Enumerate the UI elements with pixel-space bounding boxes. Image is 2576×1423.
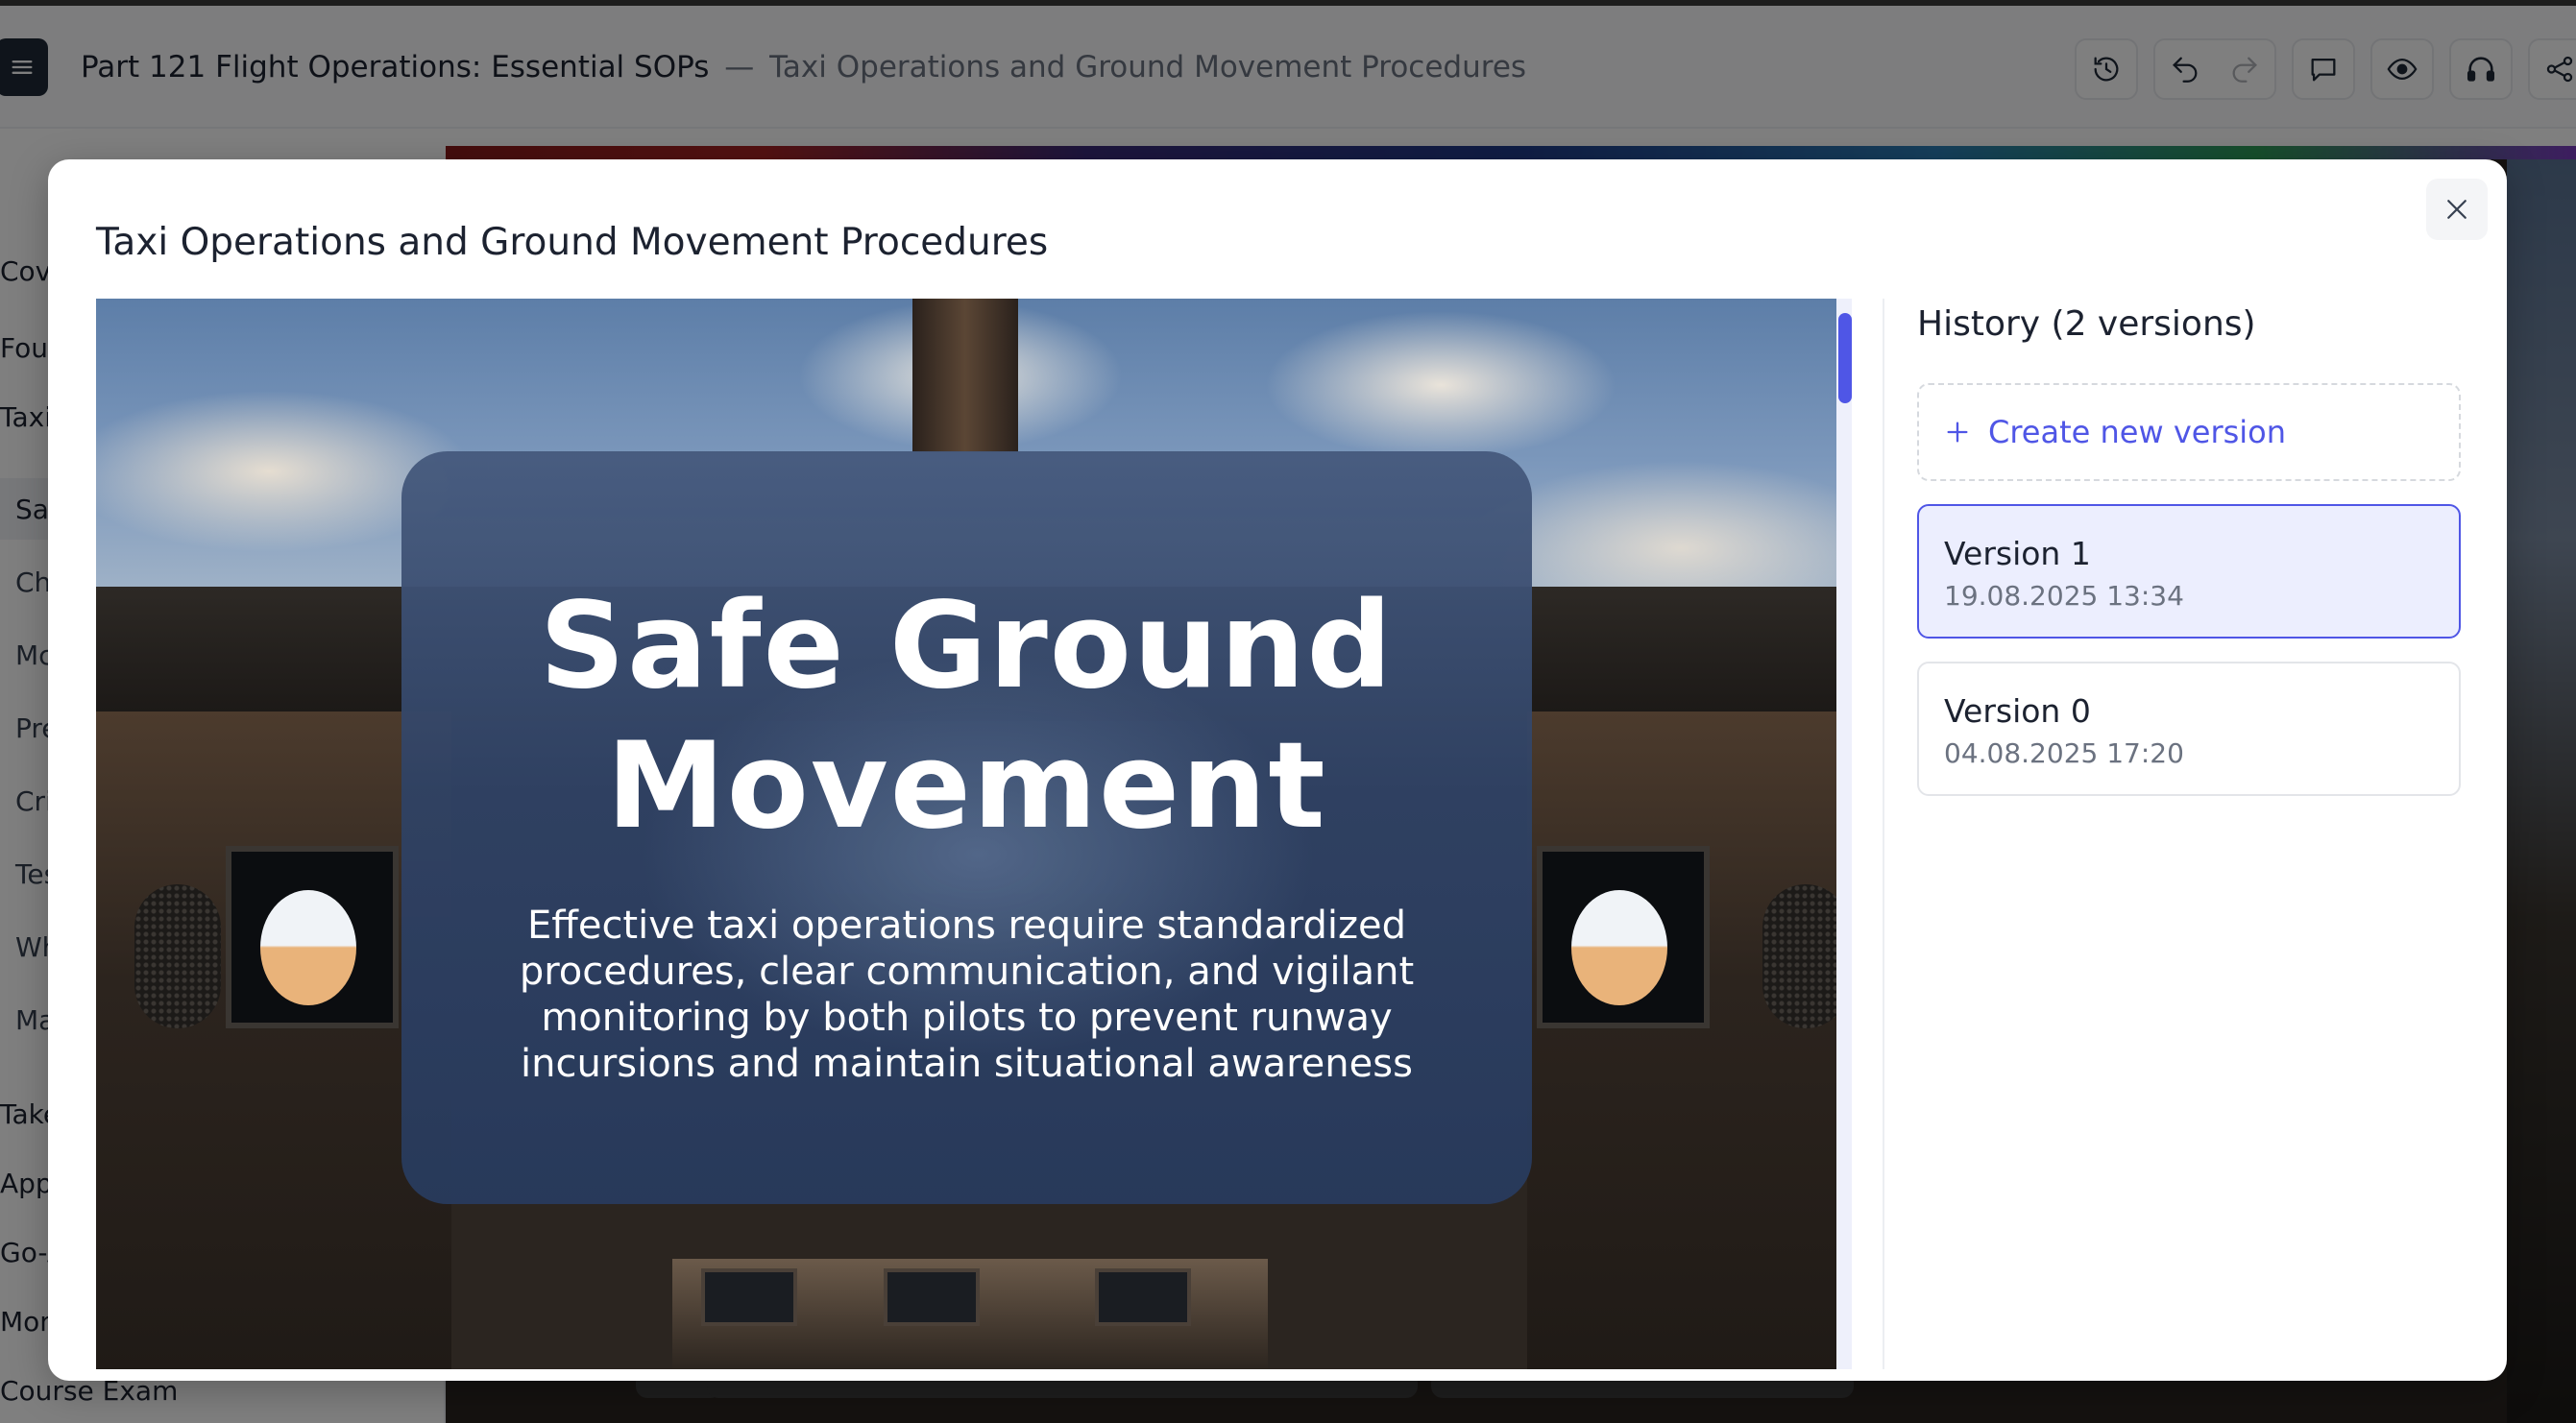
console-display [701, 1268, 797, 1326]
close-button[interactable] [2426, 179, 2488, 240]
history-panel: History (2 versions) Create new version … [1883, 299, 2507, 1369]
cockpit-display [226, 846, 399, 1028]
version-card-selected[interactable]: Version 1 19.08.2025 13:34 [1917, 504, 2461, 639]
version-date: 04.08.2025 17:20 [1944, 737, 2184, 769]
plus-icon [1947, 422, 1968, 443]
cockpit-speaker [134, 884, 221, 1028]
cockpit-display [1537, 846, 1710, 1028]
slide-scrollbar-track[interactable] [1836, 299, 1852, 1369]
version-name: Version 0 [1944, 692, 2091, 730]
cockpit-center-pillar [912, 299, 1018, 452]
cockpit-panel-right [1527, 712, 1836, 1369]
slide-scrollbar-thumb[interactable] [1838, 313, 1852, 403]
cockpit-panel-left [96, 712, 451, 1369]
history-title: History (2 versions) [1917, 304, 2256, 344]
cockpit-speaker [1762, 884, 1836, 1028]
close-icon [2447, 200, 2467, 219]
slide-preview: Safe Ground Movement Effective taxi oper… [96, 299, 1836, 1369]
version-history-modal: Taxi Operations and Ground Movement Proc… [48, 159, 2507, 1381]
create-version-button[interactable]: Create new version [1917, 383, 2461, 481]
version-card[interactable]: Version 0 04.08.2025 17:20 [1917, 662, 2461, 796]
console-display [1095, 1268, 1191, 1326]
version-name: Version 1 [1944, 535, 2091, 572]
create-version-label: Create new version [1988, 414, 2287, 450]
slide-text-card: Safe Ground Movement Effective taxi oper… [401, 451, 1532, 1204]
version-date: 19.08.2025 13:34 [1944, 580, 2184, 612]
slide-title: Safe Ground Movement [539, 577, 1395, 856]
slide-body-text: Effective taxi operations require standa… [519, 904, 1415, 1086]
console-display [884, 1268, 980, 1326]
modal-title: Taxi Operations and Ground Movement Proc… [96, 221, 1049, 264]
